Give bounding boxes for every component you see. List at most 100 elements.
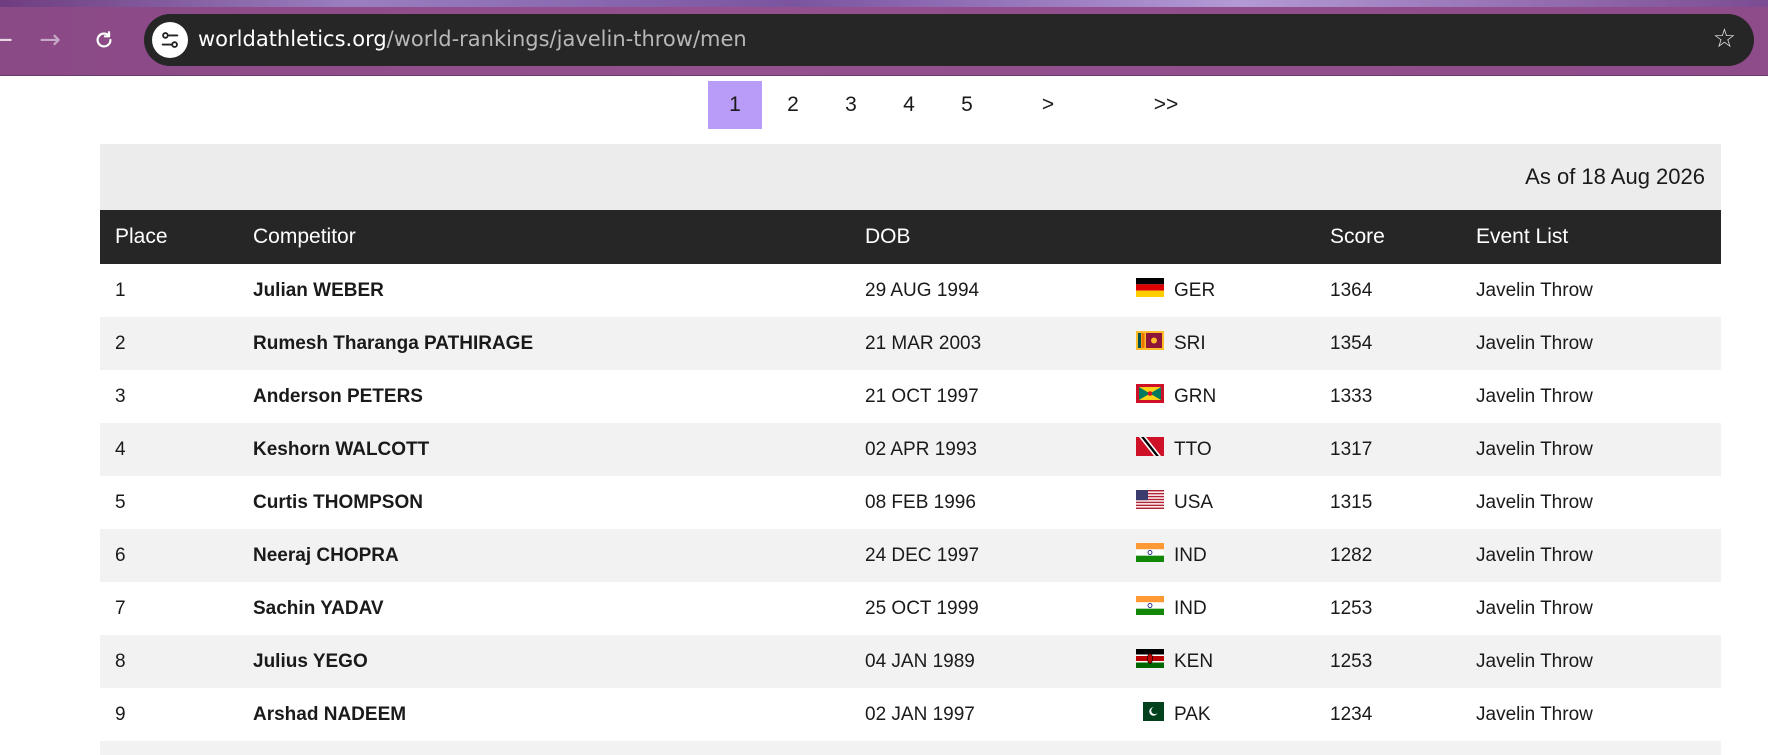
competitor-link[interactable]: Curtis THOMPSON	[253, 492, 423, 514]
place-cell: 6	[115, 545, 126, 566]
nationality-cell: USA	[1174, 492, 1214, 513]
score-cell: 1333	[1330, 386, 1373, 407]
page-5-link[interactable]: 5	[940, 81, 994, 129]
address-bar[interactable]: worldathletics.org/world-rankings/javeli…	[144, 14, 1754, 66]
dob-cell: 21 OCT 1997	[865, 386, 979, 407]
tune-glyph	[161, 32, 179, 48]
table-row: 3 Anderson PETERS 21 OCT 1997 GRN 1333 J…	[100, 370, 1721, 423]
competitor-link[interactable]: Arshad NADEEM	[253, 704, 406, 726]
pakistan-flag-glyph	[1136, 702, 1164, 721]
competitor-link[interactable]: Julian WEBER	[253, 280, 384, 302]
india-flag-glyph	[1136, 543, 1164, 562]
header-place: Place	[115, 225, 168, 248]
nationality-cell: TTO	[1174, 439, 1212, 460]
score-cell: 1234	[1330, 704, 1373, 725]
competitor-link[interactable]: Anderson PETERS	[253, 386, 423, 408]
event-cell: Javelin Throw	[1476, 598, 1593, 619]
nationality-cell: GER	[1174, 280, 1216, 301]
table-row: 8 Julius YEGO 04 JAN 1989 KEN 1253 Javel…	[100, 635, 1721, 688]
url-path: /world-rankings/javelin-throw/men	[386, 27, 747, 51]
event-cell: Javelin Throw	[1476, 492, 1593, 513]
reload-glyph	[96, 31, 112, 48]
place-cell: 4	[115, 439, 126, 460]
dob-cell: 21 MAR 2003	[865, 333, 982, 354]
header-competitor: Competitor	[253, 225, 356, 248]
table-row: 9 Arshad NADEEM 02 JAN 1997 PAK 1234 Jav…	[100, 688, 1721, 741]
dob-cell: 02 APR 1993	[865, 439, 977, 460]
browser-toolbar: ← → worldathletics.org/world-rankings/ja…	[0, 0, 1768, 76]
kenya-flag-glyph	[1136, 649, 1164, 668]
as-of-date: As of 18 Aug 2026	[1525, 164, 1705, 189]
score-cell: 1364	[1330, 280, 1373, 301]
nationality-cell: IND	[1174, 545, 1207, 566]
next-page-link[interactable]: >	[1021, 81, 1075, 129]
pakistan-flag-icon	[1136, 702, 1164, 721]
place-cell: 2	[115, 333, 126, 354]
grenada-flag-glyph	[1136, 384, 1164, 403]
place-cell: 9	[115, 704, 126, 725]
score-cell: 1315	[1330, 492, 1373, 513]
nationality-cell: GRN	[1174, 386, 1217, 407]
competitor-link[interactable]: Rumesh Tharanga PATHIRAGE	[253, 333, 533, 355]
reload-icon[interactable]	[84, 20, 124, 60]
nationality-cell: SRI	[1174, 333, 1206, 354]
back-arrow-icon[interactable]: ←	[0, 20, 22, 60]
table-row: 4 Keshorn WALCOTT 02 APR 1993 TTO 1317 J…	[100, 423, 1721, 476]
dob-cell: 25 OCT 1999	[865, 598, 979, 619]
event-cell: Javelin Throw	[1476, 651, 1593, 672]
forward-arrow-icon[interactable]: →	[30, 20, 70, 60]
competitor-link[interactable]: Julius YEGO	[253, 651, 368, 673]
dob-cell: 04 JAN 1989	[865, 651, 975, 672]
event-cell: Javelin Throw	[1476, 704, 1593, 725]
nationality-cell: KEN	[1174, 651, 1214, 672]
trinidad-tobago-flag-glyph	[1136, 437, 1164, 456]
table-row: 6 Neeraj CHOPRA 24 DEC 1997 IND 1282 Jav…	[100, 529, 1721, 582]
table-row-partial	[100, 741, 1721, 755]
competitor-link[interactable]: Sachin YADAV	[253, 598, 384, 620]
dob-cell: 29 AUG 1994	[865, 280, 980, 301]
table-body: 1 Julian WEBER 29 AUG 1994 GER 1364 Jave…	[100, 264, 1721, 755]
usa-flag-icon	[1136, 490, 1164, 509]
sri-lanka-flag-icon	[1136, 331, 1164, 350]
score-cell: 1354	[1330, 333, 1373, 354]
score-cell: 1253	[1330, 651, 1373, 672]
page-4-link[interactable]: 4	[882, 81, 936, 129]
place-cell: 7	[115, 598, 126, 619]
score-cell: 1253	[1330, 598, 1373, 619]
dob-cell: 02 JAN 1997	[865, 704, 975, 725]
url-text[interactable]: worldathletics.org/world-rankings/javeli…	[198, 27, 747, 51]
page-1-link[interactable]: 1	[708, 81, 762, 129]
score-cell: 1282	[1330, 545, 1373, 566]
trinidad-tobago-flag-icon	[1136, 437, 1164, 456]
header-event-list: Event List	[1476, 225, 1569, 248]
header-score: Score	[1330, 225, 1385, 248]
place-cell: 5	[115, 492, 126, 513]
india-flag-glyph	[1136, 596, 1164, 615]
header-dob: DOB	[865, 225, 911, 248]
page-3-link[interactable]: 3	[824, 81, 878, 129]
table-row: 1 Julian WEBER 29 AUG 1994 GER 1364 Jave…	[100, 264, 1721, 317]
germany-flag-icon	[1136, 278, 1164, 297]
india-flag-icon	[1136, 596, 1164, 615]
url-host: worldathletics.org	[198, 27, 387, 51]
event-cell: Javelin Throw	[1476, 333, 1593, 354]
bookmark-star-icon[interactable]: ☆	[1713, 24, 1736, 54]
site-info-icon[interactable]	[152, 22, 188, 58]
event-cell: Javelin Throw	[1476, 386, 1593, 407]
grenada-flag-icon	[1136, 384, 1164, 403]
table-row: 2 Rumesh Tharanga PATHIRAGE 21 MAR 2003 …	[100, 317, 1721, 370]
page-2-link[interactable]: 2	[766, 81, 820, 129]
usa-flag-glyph	[1136, 490, 1164, 509]
tab-strip	[0, 0, 1768, 7]
score-cell: 1317	[1330, 439, 1373, 460]
sri-lanka-flag-glyph	[1136, 331, 1164, 350]
last-page-link[interactable]: >>	[1139, 81, 1193, 129]
competitor-link[interactable]: Neeraj CHOPRA	[253, 545, 399, 567]
competitor-link[interactable]: Keshorn WALCOTT	[253, 439, 429, 461]
nationality-cell: PAK	[1174, 704, 1211, 725]
nationality-cell: IND	[1174, 598, 1207, 619]
dob-cell: 24 DEC 1997	[865, 545, 980, 566]
event-cell: Javelin Throw	[1476, 545, 1593, 566]
as-of-bar: As of 18 Aug 2026	[100, 144, 1721, 210]
table-header: Place Competitor DOB Score Event List	[100, 210, 1721, 264]
